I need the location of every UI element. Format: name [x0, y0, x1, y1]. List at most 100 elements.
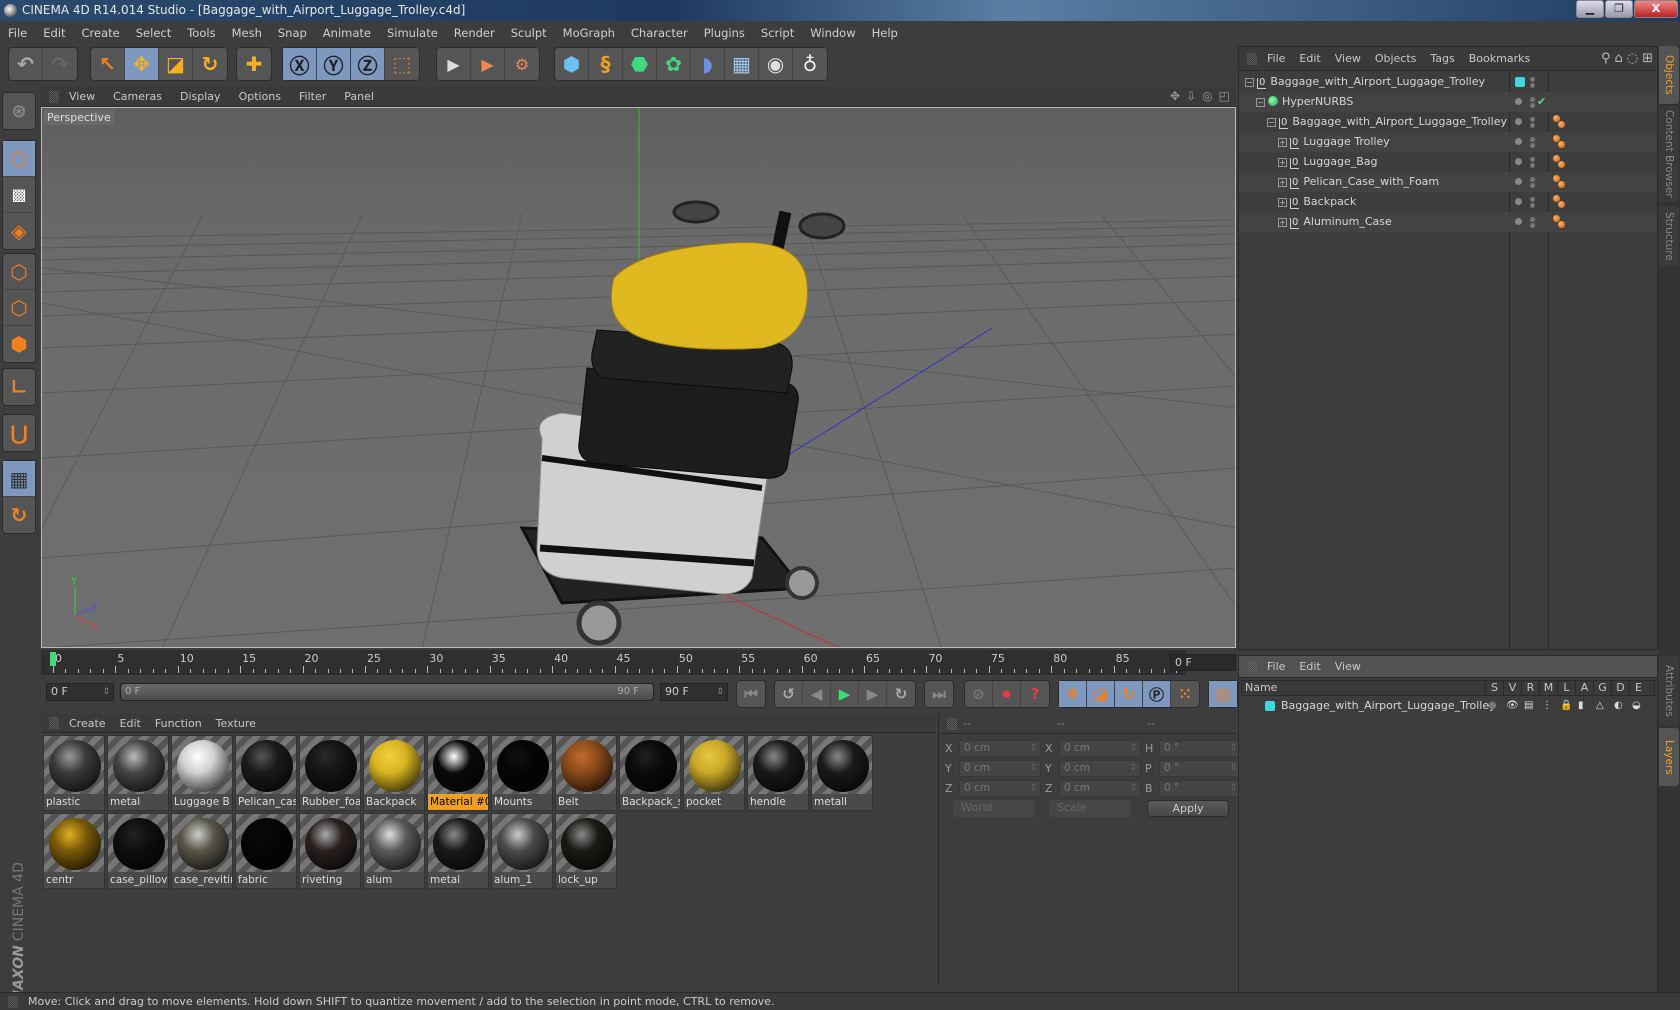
- material-swatch[interactable]: case_revitir: [171, 813, 233, 889]
- toggle-layout-icon[interactable]: ◰: [1219, 89, 1230, 103]
- viewport-menu-filter[interactable]: Filter: [299, 90, 326, 103]
- menu-simulate[interactable]: Simulate: [387, 26, 438, 40]
- panel-grip[interactable]: [947, 717, 957, 730]
- generators-icon[interactable]: △: [1596, 697, 1604, 715]
- visibility-dot[interactable]: [1530, 157, 1535, 162]
- material-swatch[interactable]: riveting: [299, 813, 361, 889]
- panel-grip[interactable]: [49, 717, 59, 729]
- home-icon[interactable]: ⌂: [1614, 51, 1622, 66]
- material-swatch[interactable]: Material #0: [427, 735, 489, 811]
- visibility-dot[interactable]: [1530, 163, 1535, 168]
- layer-column-a[interactable]: A: [1575, 681, 1593, 695]
- rotate-icon[interactable]: ↻: [193, 48, 227, 80]
- menu-help[interactable]: Help: [872, 26, 898, 40]
- axis-mode-icon[interactable]: ∟: [3, 369, 35, 405]
- 3d-viewport[interactable]: Y Z X Perspective: [41, 107, 1236, 648]
- camera-icon[interactable]: ◉: [759, 48, 793, 80]
- previous-key-icon[interactable]: ↺: [775, 681, 803, 707]
- locked-workplane-icon[interactable]: ▦: [3, 461, 35, 497]
- viewport-menu-cameras[interactable]: Cameras: [113, 90, 162, 103]
- tab-content-browser[interactable]: Content Browser: [1659, 106, 1679, 202]
- minimize-button[interactable]: ▁: [1576, 0, 1604, 18]
- object-tree-item[interactable]: −0 Baggage_with_Airport_Luggage_Trolley: [1239, 112, 1657, 132]
- position-field[interactable]: 0 cm: [959, 740, 1041, 757]
- frame-range-slider[interactable]: 0 F 90 F: [120, 683, 654, 701]
- solo-icon[interactable]: ●: [1488, 697, 1497, 715]
- material-swatch[interactable]: alum: [363, 813, 425, 889]
- panel-grip[interactable]: [1247, 660, 1257, 673]
- move-icon[interactable]: ✥: [125, 48, 159, 80]
- menu-render[interactable]: Render: [454, 26, 495, 40]
- restore-button[interactable]: ❐: [1605, 0, 1633, 18]
- material-swatch[interactable]: plastic: [43, 735, 105, 811]
- expand-icon[interactable]: +: [1278, 198, 1287, 207]
- spline-pen-icon[interactable]: §: [589, 48, 623, 80]
- layer-dot[interactable]: [1515, 118, 1522, 125]
- array-icon[interactable]: ✿: [657, 48, 691, 80]
- layer-name[interactable]: Baggage_with_Airport_Luggage_Trolley: [1281, 697, 1496, 715]
- layers-menu-view[interactable]: View: [1335, 660, 1361, 673]
- object-tree-item[interactable]: +0 Luggage Trolley: [1239, 132, 1657, 152]
- y-axis-lock-icon[interactable]: Ⓨ: [317, 48, 351, 80]
- object-tree-item[interactable]: − HyperNURBS ✔: [1239, 92, 1657, 112]
- expressions-icon[interactable]: ◒: [1632, 697, 1641, 715]
- visibility-dot[interactable]: [1530, 83, 1535, 88]
- size-field[interactable]: 0 cm: [1059, 740, 1141, 757]
- key-scale-icon[interactable]: ◪: [1087, 681, 1115, 707]
- layer-column-m[interactable]: M: [1539, 681, 1557, 695]
- layer-dot[interactable]: [1515, 98, 1522, 105]
- manager-icon[interactable]: ⋮: [1542, 697, 1552, 715]
- material-swatch[interactable]: Luggage B: [171, 735, 233, 811]
- recent-tools-icon[interactable]: ✚: [237, 48, 271, 80]
- key-position-icon[interactable]: ✥: [1059, 681, 1087, 707]
- collapse-icon[interactable]: −: [1245, 78, 1254, 87]
- menu-mograph[interactable]: MoGraph: [563, 26, 615, 40]
- layer-dot[interactable]: [1515, 178, 1522, 185]
- layer-dot[interactable]: [1515, 198, 1522, 205]
- expand-icon[interactable]: +: [1278, 138, 1287, 147]
- size-field[interactable]: 0 cm: [1059, 780, 1141, 797]
- scale-icon[interactable]: ◪: [159, 48, 193, 80]
- material-tag-icon[interactable]: [1558, 141, 1565, 148]
- layer-column-g[interactable]: G: [1593, 681, 1611, 695]
- previous-frame-icon[interactable]: ◀: [803, 681, 831, 707]
- expand-icon[interactable]: +: [1278, 218, 1287, 227]
- expand-icon[interactable]: +: [1278, 158, 1287, 167]
- planar-workplane-icon[interactable]: ↻: [3, 497, 35, 533]
- layer-dot[interactable]: [1515, 158, 1522, 165]
- menu-edit[interactable]: Edit: [43, 26, 65, 40]
- menu-create[interactable]: Create: [82, 26, 120, 40]
- apply-button[interactable]: Apply: [1147, 800, 1229, 817]
- object-tree-item[interactable]: +0 Backpack: [1239, 192, 1657, 212]
- subdivision-surface-icon[interactable]: ⬣: [623, 48, 657, 80]
- material-swatch[interactable]: lock_up: [555, 813, 617, 889]
- position-field[interactable]: 0 cm: [959, 780, 1041, 797]
- pan-icon[interactable]: ✥: [1170, 89, 1180, 103]
- x-axis-lock-icon[interactable]: Ⓧ: [283, 48, 317, 80]
- floor-icon[interactable]: ▦: [725, 48, 759, 80]
- material-swatch[interactable]: Backpack: [363, 735, 425, 811]
- polygons-mode-icon[interactable]: ⬢: [3, 326, 35, 362]
- tab-attributes[interactable]: Attributes: [1659, 656, 1679, 726]
- material-tag-icon[interactable]: [1558, 121, 1565, 128]
- end-frame-field[interactable]: 90 F: [660, 683, 728, 701]
- layers-menu-file[interactable]: File: [1267, 660, 1285, 673]
- model-mode-icon[interactable]: ⬡: [3, 141, 35, 177]
- tab-layers[interactable]: Layers: [1659, 728, 1679, 786]
- material-swatch[interactable]: metal: [107, 735, 169, 811]
- menu-mesh[interactable]: Mesh: [232, 26, 262, 40]
- current-frame-field[interactable]: 0 F: [1170, 654, 1236, 671]
- keyframe-selection-icon[interactable]: ?: [1021, 681, 1049, 707]
- rotation-field[interactable]: 0 °: [1159, 740, 1241, 757]
- play-icon[interactable]: ▶: [831, 681, 859, 707]
- layer-color-swatch[interactable]: [1515, 77, 1525, 87]
- menu-select[interactable]: Select: [136, 26, 171, 40]
- material-menu-function[interactable]: Function: [155, 717, 202, 730]
- z-axis-lock-icon[interactable]: Ⓩ: [351, 48, 385, 80]
- object-tree-item[interactable]: +0 Pelican_Case_with_Foam: [1239, 172, 1657, 192]
- visibility-dot[interactable]: [1530, 97, 1535, 102]
- tab-objects[interactable]: Objects: [1659, 46, 1679, 104]
- objects-menu-objects[interactable]: Objects: [1375, 52, 1417, 65]
- layer-column-e[interactable]: E: [1629, 681, 1647, 695]
- size-field[interactable]: 0 cm: [1059, 760, 1141, 777]
